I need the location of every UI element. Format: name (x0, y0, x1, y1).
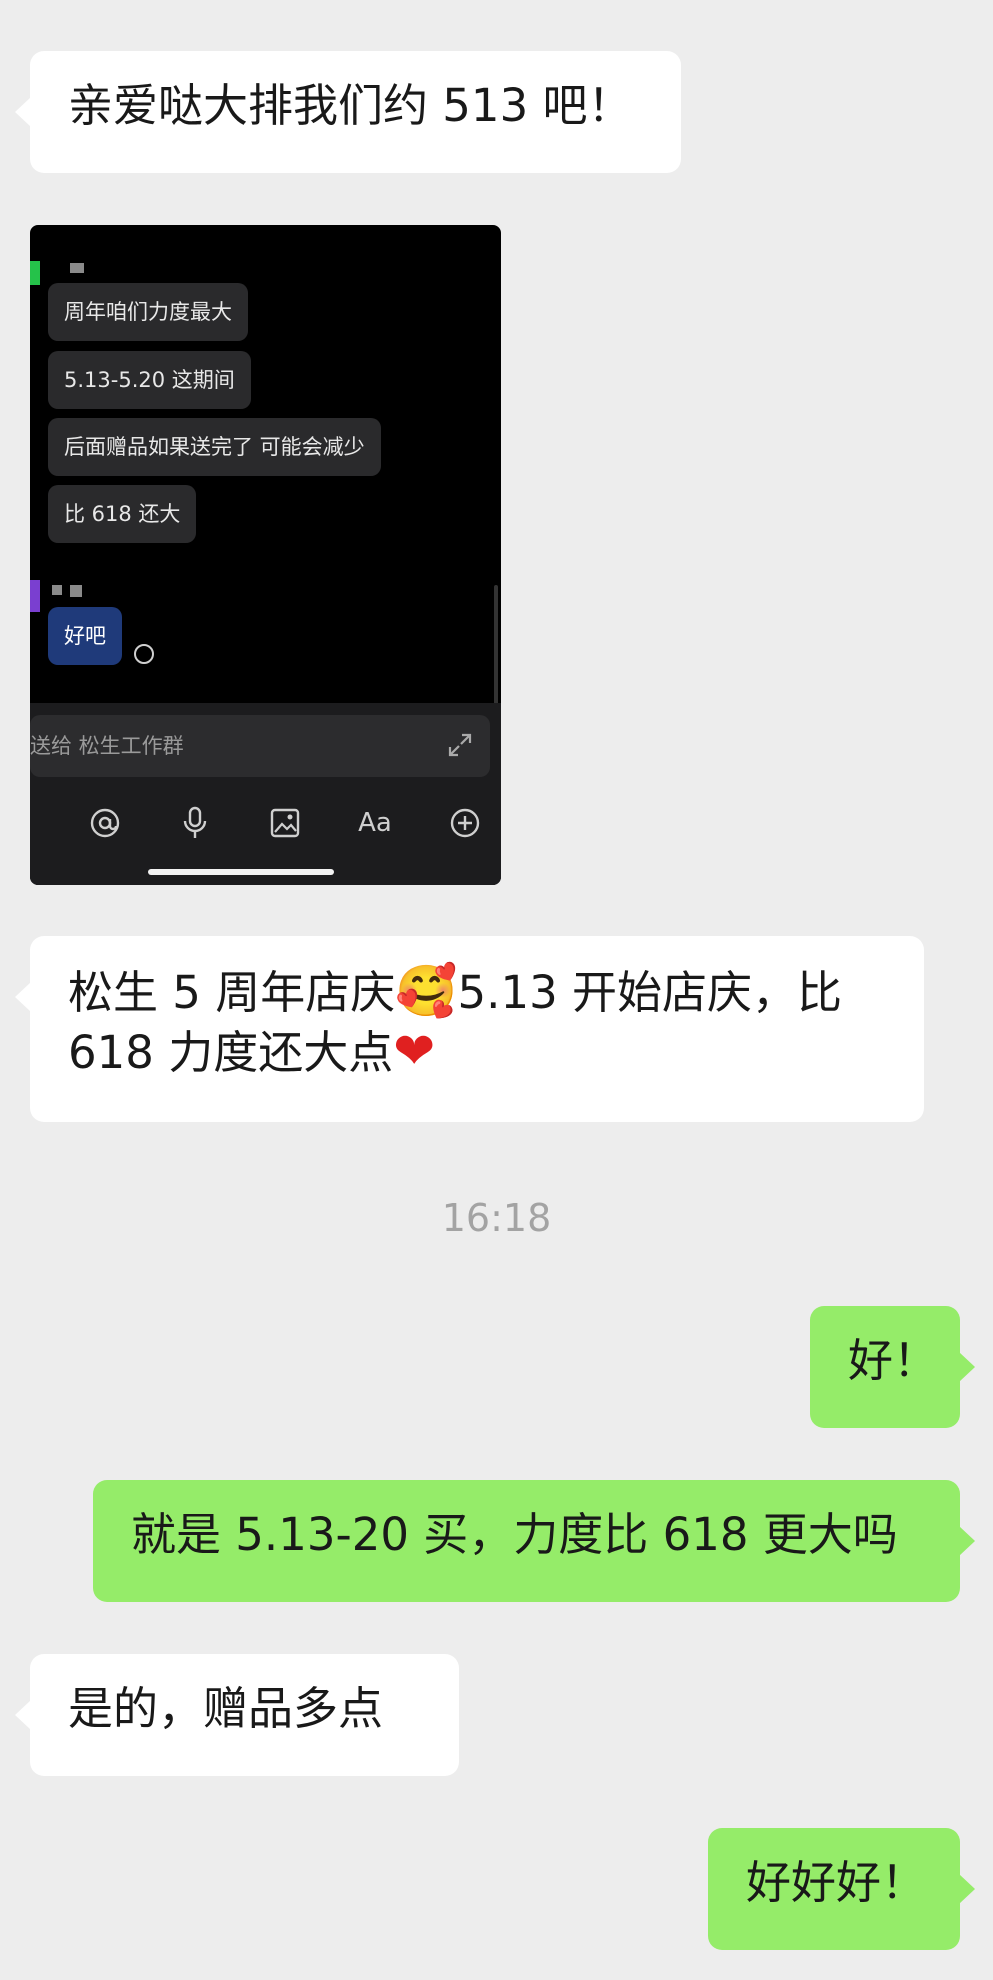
scrollbar (494, 585, 498, 705)
message-text: 就是 5.13-20 买，力度比 618 更大吗 (131, 1508, 898, 1561)
pixelated-name (70, 263, 84, 273)
home-indicator (148, 869, 334, 875)
message-line-1: 松生 5 周年店庆🥰5.13 开始店庆，比 (68, 962, 886, 1022)
at-icon (85, 803, 125, 843)
red-heart-icon: ❤ (393, 1022, 436, 1080)
incoming-message-1[interactable]: 亲爱哒大排我们约 513 吧！ (15, 51, 681, 173)
message-text: 618 力度还大点 (68, 1026, 394, 1079)
avatar-purple (30, 580, 40, 612)
text-format-icon: Aa (358, 808, 392, 838)
message-text: 是的，赠品多点 (68, 1682, 384, 1735)
smiling-face-with-hearts-icon: 🥰 (395, 962, 458, 1020)
plus-circle-icon (445, 803, 485, 843)
incoming-message-3[interactable]: 是的，赠品多点 (15, 1654, 459, 1776)
outgoing-message-3[interactable]: 好好好！ (708, 1828, 975, 1950)
message-text: 好好好！ (746, 1856, 927, 1909)
avatar-green (30, 261, 40, 285)
status-circle-icon (134, 644, 154, 664)
pixelated-name (70, 585, 82, 597)
microphone-icon (175, 803, 215, 843)
screenshot-reply: 好吧 (48, 607, 122, 665)
screenshot-input-field: 送给 松生工作群 (30, 715, 490, 777)
screenshot-message-3: 后面赠品如果送完了 可能会减少 (48, 418, 381, 476)
screenshot-input-area: 送给 松生工作群 Aa (30, 703, 501, 885)
message-text: 松生 5 周年店庆 (68, 966, 396, 1019)
screenshot-message-2: 5.13-5.20 这期间 (48, 351, 251, 409)
timestamp: 16:18 (441, 1196, 552, 1240)
message-line-2: 618 力度还大点❤ (68, 1022, 886, 1082)
message-text: 好！ (848, 1334, 939, 1387)
outgoing-message-1[interactable]: 好！ (810, 1306, 975, 1428)
pixelated-name (52, 585, 62, 595)
incoming-message-2[interactable]: 松生 5 周年店庆🥰5.13 开始店庆，比 618 力度还大点❤ (15, 936, 924, 1122)
expand-icon (448, 733, 472, 757)
screenshot-message-1: 周年咱们力度最大 (48, 283, 248, 341)
input-placeholder: 送给 松生工作群 (30, 734, 184, 758)
image-icon (265, 803, 305, 843)
outgoing-message-2[interactable]: 就是 5.13-20 买，力度比 618 更大吗 (93, 1480, 975, 1602)
message-text: 亲爱哒大排我们约 513 吧！ (68, 79, 633, 132)
image-message-screenshot[interactable]: 周年咱们力度最大 5.13-5.20 这期间 后面赠品如果送完了 可能会减少 比… (30, 225, 501, 885)
message-text: 5.13 开始店庆，比 (457, 966, 843, 1019)
screenshot-message-4: 比 618 还大 (48, 485, 197, 543)
